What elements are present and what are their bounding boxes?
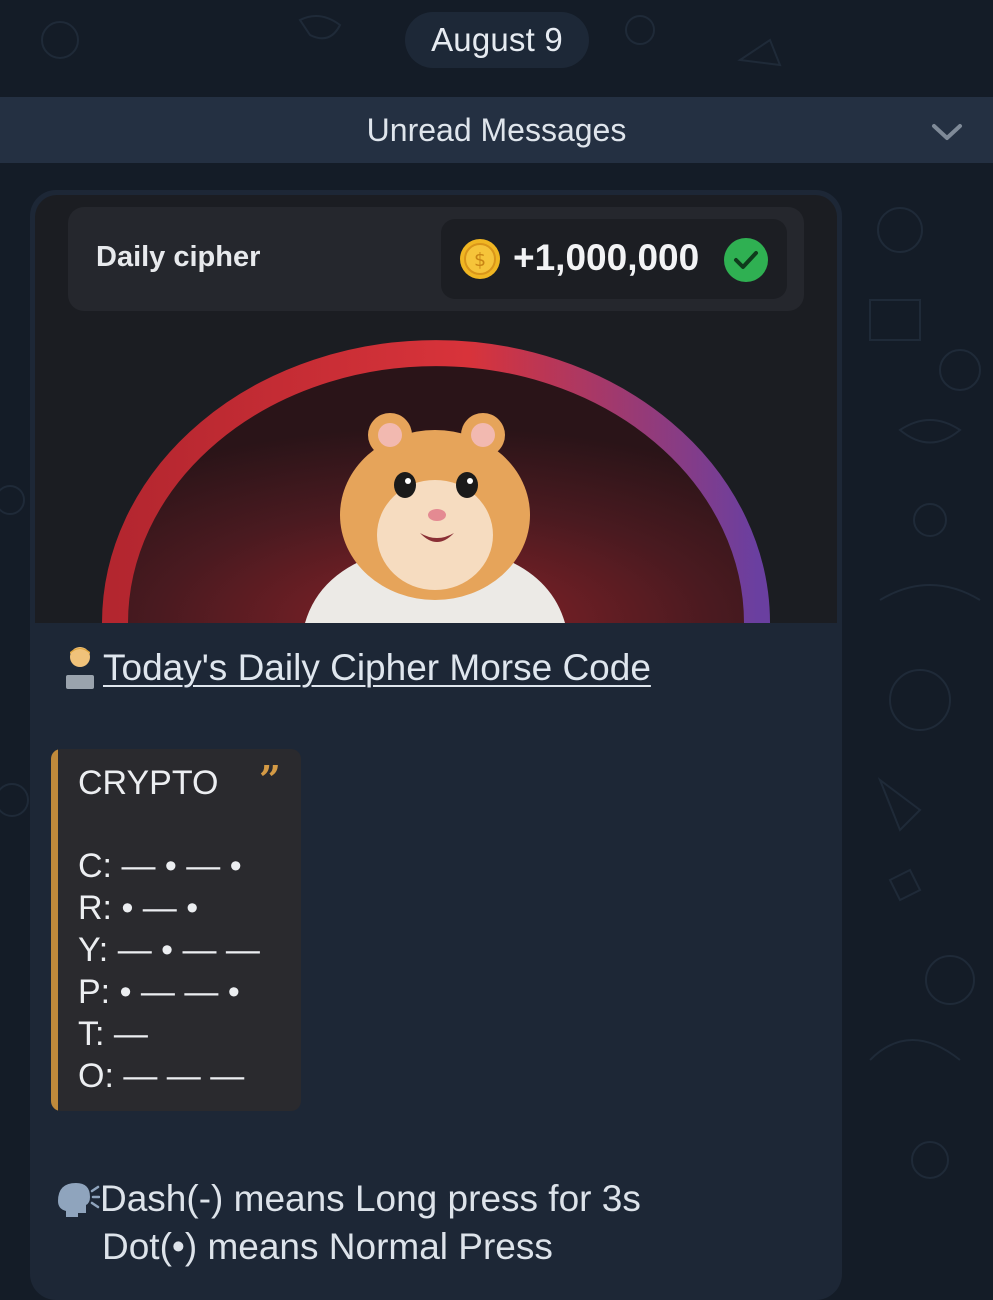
quote-accent-bar — [51, 749, 58, 1111]
cipher-heading-link[interactable]: Today's Daily Cipher Morse Code — [103, 647, 651, 689]
quote-icon: ” — [259, 757, 281, 802]
note-line-2: Dot(•) means Normal Press — [102, 1226, 553, 1267]
cipher-heading[interactable]: Today's Daily Cipher Morse Code — [60, 645, 651, 691]
unread-label: Unread Messages — [366, 111, 627, 148]
reward-value: +1,000,000 — [513, 237, 700, 278]
morse-line-y: Y: — • — — — [78, 931, 260, 969]
person-with-laptop-icon — [66, 647, 94, 689]
coin-icon: $ — [460, 239, 500, 279]
daily-cipher-card: Daily cipher $ +1,000,000 — [68, 207, 804, 311]
morse-line-t: T: — — [78, 1015, 148, 1053]
message-bubble[interactable]: Daily cipher $ +1,000,000 Today's Daily … — [30, 190, 842, 1300]
instruction-note: Dash(-) means Long press for 3s Dot(•) m… — [52, 1175, 641, 1271]
reward-pill: $ +1,000,000 — [441, 219, 787, 299]
morse-code-quote: ” CRYPTO C: — • — • R: • — • Y: — • — — … — [51, 749, 301, 1111]
daily-cipher-title: Daily cipher — [96, 241, 261, 273]
date-separator: August 9 — [405, 12, 589, 68]
unread-messages-bar[interactable]: Unread Messages — [0, 97, 993, 163]
check-circle-icon — [724, 238, 768, 282]
note-line-1: Dash(-) means Long press for 3s — [100, 1178, 641, 1219]
date-label: August 9 — [431, 21, 563, 58]
morse-line-o: O: — — — — [78, 1057, 245, 1095]
morse-line-r: R: • — • — [78, 889, 199, 927]
speaking-head-icon — [58, 1183, 100, 1217]
hamster-mascot-image — [102, 340, 770, 623]
cipher-word: CRYPTO — [78, 764, 219, 802]
morse-line-p: P: • — — • — [78, 973, 240, 1011]
chevron-down-icon[interactable] — [929, 117, 965, 145]
morse-line-c: C: — • — • — [78, 847, 242, 885]
link-preview-image[interactable]: Daily cipher $ +1,000,000 — [35, 195, 837, 623]
svg-text:$: $ — [474, 249, 486, 271]
